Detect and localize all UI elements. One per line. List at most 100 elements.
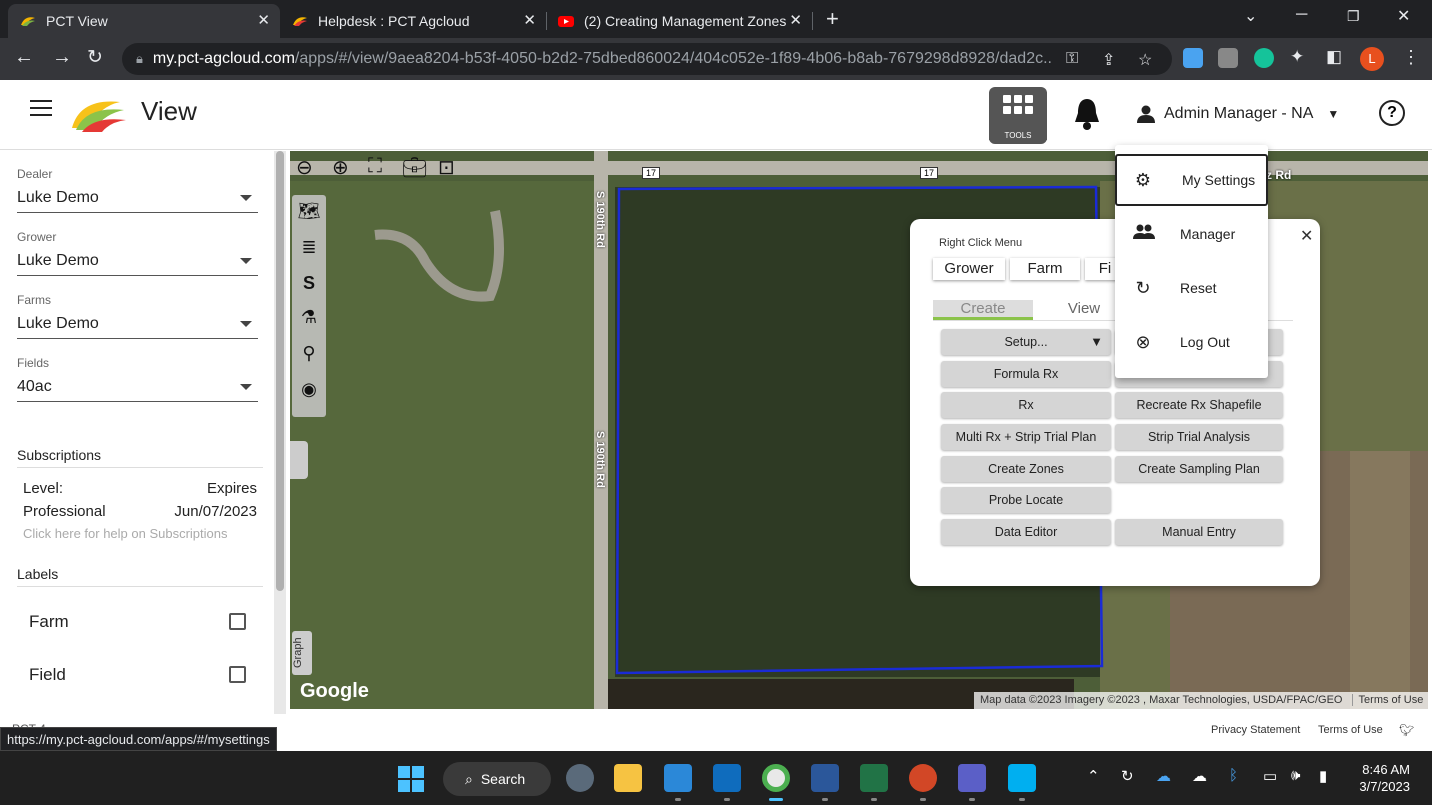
user-menu-toggle[interactable]: Admin Manager - NA ▼ bbox=[1136, 104, 1339, 124]
back-icon[interactable]: ← bbox=[14, 46, 34, 69]
help-icon[interactable]: ? bbox=[1379, 100, 1405, 126]
multi-rx-button[interactable]: Multi Rx + Strip Trial Plan bbox=[941, 424, 1111, 450]
file-explorer-icon[interactable] bbox=[614, 764, 642, 792]
volume-icon[interactable]: 🕪︎ bbox=[1291, 767, 1300, 784]
sidebar-scrollbar[interactable] bbox=[274, 151, 286, 714]
window-close-button[interactable]: ✕ bbox=[1397, 6, 1410, 26]
settings-app-icon[interactable] bbox=[566, 764, 594, 792]
address-bar[interactable]: 🔒︎ my.pct-agcloud.com/apps/#/view/9aea82… bbox=[122, 43, 1172, 75]
tab-grower[interactable]: Grower bbox=[933, 258, 1005, 280]
close-tab-icon[interactable]: ✕ bbox=[257, 11, 270, 29]
my-settings-item[interactable]: ⚙ My Settings bbox=[1115, 154, 1268, 206]
tab-helpdesk[interactable]: Helpdesk : PCT Agcloud ✕ bbox=[280, 4, 546, 38]
rx-button[interactable]: Rx bbox=[941, 392, 1111, 418]
zoom-in-icon[interactable]: ⊕ bbox=[332, 155, 349, 180]
camera-target-icon[interactable]: ◉ bbox=[296, 379, 322, 403]
extension-h-icon[interactable] bbox=[1218, 48, 1238, 68]
hamburger-menu-icon[interactable] bbox=[30, 100, 52, 118]
flask-icon[interactable]: ⚗︎ bbox=[296, 307, 322, 331]
restore-button[interactable]: ❐ bbox=[1347, 8, 1360, 25]
grower-select[interactable]: Grower Luke Demo bbox=[17, 230, 258, 276]
tab-youtube[interactable]: (2) Creating Management Zones ✕ bbox=[546, 4, 812, 38]
share-icon[interactable]: ⇪ bbox=[1102, 50, 1115, 70]
minimize-button[interactable]: ─ bbox=[1296, 6, 1307, 24]
strip-trial-analysis-button[interactable]: Strip Trial Analysis bbox=[1115, 424, 1283, 450]
fields-select[interactable]: Fields 40ac bbox=[17, 356, 258, 402]
field-checkbox[interactable] bbox=[229, 666, 246, 683]
grammarly-icon[interactable] bbox=[1254, 48, 1274, 68]
panel-drag-handle[interactable] bbox=[290, 441, 308, 479]
create-sampling-plan-button[interactable]: Create Sampling Plan bbox=[1115, 456, 1283, 482]
data-editor-button[interactable]: Data Editor bbox=[941, 519, 1111, 545]
briefcase-icon[interactable]: 💼︎ bbox=[402, 155, 427, 180]
extension-cloud-icon[interactable] bbox=[1183, 48, 1203, 68]
side-panel-icon[interactable]: ◧ bbox=[1326, 47, 1342, 67]
privacy-link[interactable]: Privacy Statement bbox=[1211, 724, 1300, 736]
soil-icon[interactable]: S bbox=[296, 273, 322, 297]
outlook-icon[interactable] bbox=[713, 764, 741, 792]
setup-button[interactable]: Setup... ▼ bbox=[941, 329, 1111, 355]
terms-link[interactable]: Terms of Use bbox=[1318, 724, 1383, 736]
windows-start-icon[interactable] bbox=[398, 766, 424, 792]
recreate-rx-shapefile-button[interactable]: Recreate Rx Shapefile bbox=[1115, 392, 1283, 418]
twitter-icon[interactable]: 🐦︎ bbox=[1399, 723, 1414, 737]
sync-icon[interactable]: ↻ bbox=[1121, 767, 1134, 785]
farm-checkbox[interactable] bbox=[229, 613, 246, 630]
close-icon[interactable]: ✕ bbox=[1300, 226, 1313, 246]
reset-item[interactable]: ↻ Reset bbox=[1115, 262, 1268, 314]
screenshot-icon[interactable]: ⊡ bbox=[438, 155, 455, 180]
subscriptions-help-link[interactable]: Click here for help on Subscriptions bbox=[17, 526, 263, 541]
terms-link[interactable]: Terms of Use bbox=[1351, 694, 1424, 706]
farm-label-toggle[interactable]: Farm bbox=[29, 612, 246, 632]
tab-view[interactable]: View bbox=[1050, 300, 1118, 320]
key-icon[interactable]: ⚿ bbox=[1066, 50, 1078, 68]
fit-extent-icon[interactable]: ⛶ bbox=[368, 155, 382, 178]
browser-menu-icon[interactable]: ⋮ bbox=[1402, 47, 1420, 68]
battery-icon[interactable]: ▮ bbox=[1319, 767, 1327, 785]
excel-icon[interactable] bbox=[860, 764, 888, 792]
onedrive-icon[interactable]: ☁ bbox=[1156, 767, 1171, 785]
zoom-out-icon[interactable]: ⊖ bbox=[296, 155, 313, 180]
word-icon[interactable] bbox=[811, 764, 839, 792]
graph-tab[interactable]: Graph bbox=[292, 631, 312, 675]
tools-button[interactable]: TOOLS bbox=[989, 87, 1047, 144]
manual-entry-button[interactable]: Manual Entry bbox=[1115, 519, 1283, 545]
bookmark-star-icon[interactable]: ☆ bbox=[1138, 50, 1152, 70]
formula-rx-button[interactable]: Formula Rx bbox=[941, 361, 1111, 387]
layers-icon[interactable]: ≣ bbox=[296, 237, 322, 261]
profile-avatar[interactable]: L bbox=[1360, 47, 1384, 71]
tab-pct-view[interactable]: PCT View ✕ bbox=[8, 4, 280, 38]
tab-create[interactable]: Create bbox=[933, 300, 1033, 320]
chrome-icon[interactable] bbox=[762, 764, 790, 792]
new-tab-button[interactable]: + bbox=[826, 6, 839, 32]
forward-icon[interactable]: → bbox=[52, 46, 72, 69]
tray-chevron-icon[interactable]: ⌃ bbox=[1087, 767, 1100, 785]
log-out-item[interactable]: ⊗ Log Out bbox=[1115, 316, 1268, 368]
close-tab-icon[interactable]: ✕ bbox=[523, 11, 536, 29]
create-zones-button[interactable]: Create Zones bbox=[941, 456, 1111, 482]
reload-icon[interactable]: ↻ bbox=[87, 46, 103, 69]
scrollbar-thumb[interactable] bbox=[276, 151, 284, 591]
location-pin-icon[interactable]: ⚲ bbox=[296, 343, 322, 367]
tab-farm[interactable]: Farm bbox=[1010, 258, 1080, 280]
skype-icon[interactable] bbox=[1008, 764, 1036, 792]
field-label-toggle[interactable]: Field bbox=[29, 665, 246, 685]
network-icon[interactable]: ▭ bbox=[1263, 767, 1277, 785]
tab-search-icon[interactable]: ⌄ bbox=[1244, 6, 1257, 26]
powerpoint-icon[interactable] bbox=[909, 764, 937, 792]
farms-select[interactable]: Farms Luke Demo bbox=[17, 293, 258, 339]
manager-item[interactable]: Manager bbox=[1115, 208, 1268, 260]
extensions-puzzle-icon[interactable]: ✦ bbox=[1290, 47, 1304, 67]
probe-locate-button[interactable]: Probe Locate bbox=[941, 487, 1111, 513]
teams-icon[interactable] bbox=[958, 764, 986, 792]
notifications-bell-icon[interactable] bbox=[1071, 97, 1103, 131]
map-layer-icon[interactable]: 🗺︎ bbox=[296, 201, 322, 225]
mail-icon[interactable] bbox=[664, 764, 692, 792]
taskbar-search[interactable]: ⌕ Search bbox=[443, 762, 551, 796]
bluetooth-icon[interactable]: ᛒ bbox=[1229, 767, 1238, 784]
close-tab-icon[interactable]: ✕ bbox=[789, 11, 802, 29]
system-clock[interactable]: 8:46 AM 3/7/2023 bbox=[1352, 761, 1410, 795]
cloud-icon[interactable]: ☁ bbox=[1192, 767, 1207, 785]
tab-title: Helpdesk : PCT Agcloud bbox=[318, 13, 470, 29]
dealer-select[interactable]: Dealer Luke Demo bbox=[17, 167, 258, 213]
